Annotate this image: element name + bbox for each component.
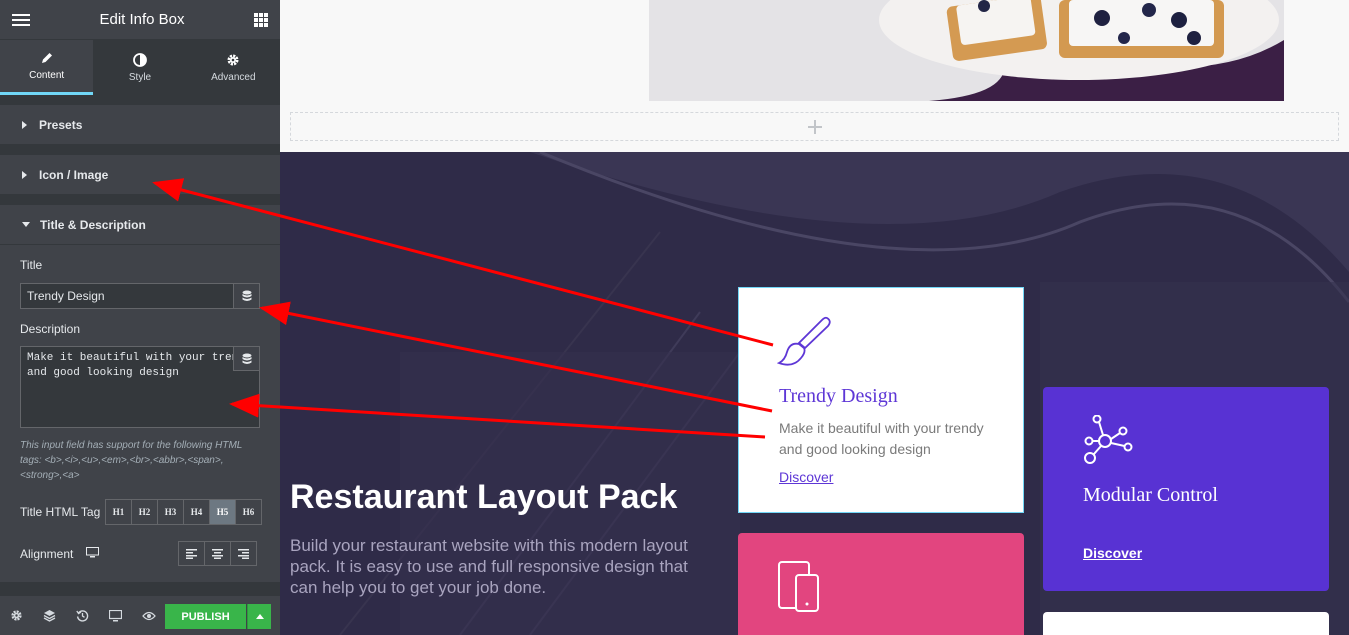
tag-h1-button[interactable]: H1 — [105, 499, 132, 525]
dynamic-tags-button[interactable] — [233, 284, 259, 308]
database-icon — [242, 353, 251, 364]
tab-style[interactable]: Style — [93, 40, 186, 95]
tab-advanced-label: Advanced — [211, 71, 256, 83]
title-label: Title — [20, 258, 43, 272]
database-icon — [242, 290, 251, 301]
tag-h2-button[interactable]: H2 — [131, 499, 158, 525]
network-icon — [1084, 415, 1133, 464]
align-right-icon — [238, 548, 249, 559]
paintbrush-icon — [777, 316, 831, 366]
tab-content[interactable]: Content — [0, 40, 94, 95]
desktop-icon[interactable] — [86, 547, 99, 558]
info-box-placeholder[interactable] — [1043, 612, 1329, 635]
align-center-icon — [212, 548, 223, 559]
hero-section: Restaurant Layout Pack Build your restau… — [280, 152, 1349, 635]
tag-h6-button[interactable]: H6 — [235, 499, 262, 525]
menu-icon[interactable] — [12, 13, 30, 26]
info-box-modular-control[interactable]: Modular Control Discover — [1043, 387, 1329, 591]
align-center-button[interactable] — [204, 541, 231, 566]
top-section — [280, 0, 1349, 152]
responsive-mode-button[interactable] — [99, 596, 132, 635]
dynamic-tags-button[interactable] — [233, 347, 259, 371]
history-icon — [76, 610, 89, 622]
description-textarea[interactable]: Make it beautiful with your trendy and g… — [20, 346, 260, 428]
section-title-description[interactable]: Title & Description — [0, 205, 280, 245]
html-tag-selector: H1 H2 H3 H4 H5 H6 — [105, 499, 262, 525]
layers-icon — [43, 610, 56, 622]
pencil-icon — [41, 53, 52, 63]
html-tags-note: This input field has support for the fol… — [20, 440, 243, 481]
tab-advanced[interactable]: Advanced — [187, 40, 280, 95]
section-icon-image-label: Icon / Image — [39, 167, 109, 182]
settings-button[interactable] — [0, 596, 33, 635]
info-box-title: Trendy Design — [779, 385, 898, 407]
align-left-button[interactable] — [178, 541, 205, 566]
tag-h3-button[interactable]: H3 — [157, 499, 184, 525]
section-icon-image[interactable]: Icon / Image — [0, 155, 280, 195]
panel-tabs: Content Style Advanced — [0, 40, 280, 95]
section-presets-label: Presets — [39, 117, 83, 132]
history-button[interactable] — [66, 596, 99, 635]
caret-right-icon — [22, 120, 27, 129]
preview-button[interactable] — [132, 596, 165, 635]
description-label: Description — [20, 322, 81, 336]
desktop-icon — [109, 609, 122, 621]
hero-title: Restaurant Layout Pack — [290, 478, 678, 516]
info-box-trendy-design[interactable]: Trendy Design Make it beautiful with you… — [738, 287, 1024, 513]
title-input[interactable]: Trendy Design — [20, 283, 260, 309]
devices-icon — [778, 561, 819, 612]
tag-h4-button[interactable]: H4 — [183, 499, 210, 525]
caret-down-icon — [22, 222, 30, 227]
gear-icon — [227, 54, 239, 65]
gear-icon — [11, 610, 22, 621]
contrast-icon — [133, 52, 147, 67]
align-right-button[interactable] — [230, 541, 257, 566]
align-left-icon — [186, 548, 197, 559]
add-section-button[interactable] — [290, 112, 1339, 141]
hero-description: Build your restaurant website with this … — [290, 536, 688, 597]
caret-up-icon — [255, 614, 264, 619]
eye-icon — [141, 611, 156, 620]
alignment-selector — [178, 541, 257, 566]
editor-panel: Edit Info Box Content Style Advanced Pre… — [0, 0, 280, 635]
alignment-label: Alignment — [20, 547, 74, 561]
panel-footer: PUBLISH — [0, 595, 280, 635]
section-title-description-label: Title & Description — [40, 217, 146, 232]
publish-button[interactable]: PUBLISH — [165, 604, 246, 629]
title-html-tag-label: Title HTML Tag — [20, 505, 101, 519]
page-preview: Restaurant Layout Pack Build your restau… — [280, 0, 1349, 635]
tag-h5-button[interactable]: H5 — [209, 499, 236, 525]
widgets-grid-icon[interactable] — [254, 12, 268, 27]
info-box-description: Make it beautiful with your trendy and g… — [779, 420, 984, 457]
tab-content-label: Content — [29, 70, 65, 81]
info-box-title: Modular Control — [1083, 484, 1218, 506]
navigator-button[interactable] — [33, 596, 66, 635]
plus-icon — [807, 119, 822, 134]
food-image — [649, 0, 1284, 101]
caret-right-icon — [22, 170, 27, 179]
info-box-devices[interactable] — [738, 533, 1024, 635]
panel-header: Edit Info Box — [0, 0, 280, 40]
panel-title: Edit Info Box — [99, 11, 185, 28]
discover-link[interactable]: Discover — [779, 469, 833, 485]
discover-link[interactable]: Discover — [1083, 545, 1142, 561]
publish-options-button[interactable] — [247, 604, 271, 629]
tab-style-label: Style — [128, 71, 152, 83]
section-presets[interactable]: Presets — [0, 105, 280, 145]
